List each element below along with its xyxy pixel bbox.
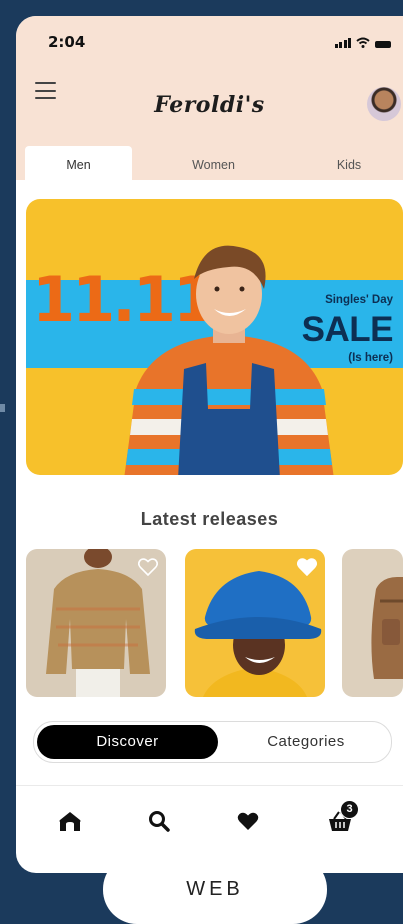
discover-categories-toggle: Discover Categories <box>33 721 392 763</box>
signal-icon <box>334 38 351 48</box>
cart-badge: 3 <box>340 800 359 819</box>
status-icons <box>334 37 391 48</box>
banner-small-text: Singles' Day <box>325 294 393 306</box>
search-icon <box>149 811 170 832</box>
web-label: WEB <box>103 855 327 924</box>
product-card-sweater[interactable] <box>26 549 166 697</box>
home-icon <box>59 812 81 831</box>
nav-cart[interactable]: 3 <box>327 800 359 834</box>
battery-icon <box>375 41 391 48</box>
banner-sub-text: (Is here) <box>348 352 393 364</box>
latest-releases-title: Latest releases <box>140 509 279 529</box>
tab-kids[interactable]: Kids <box>295 146 403 180</box>
wifi-icon <box>356 37 370 48</box>
discover-button[interactable]: Discover <box>37 725 218 759</box>
nav-home[interactable] <box>57 808 83 834</box>
header-area: 2:04 Feroldi's Men Women Kids <box>16 16 403 180</box>
favorite-heart-icon[interactable] <box>297 558 317 576</box>
categories-button[interactable]: Categories <box>224 725 388 759</box>
side-marker <box>0 404 5 412</box>
avatar[interactable] <box>367 87 401 121</box>
tab-men[interactable]: Men <box>25 146 132 180</box>
product-card-backpack[interactable] <box>342 549 403 697</box>
model-image <box>124 245 334 475</box>
favorite-heart-icon[interactable] <box>138 558 158 576</box>
backpack-image <box>371 577 403 679</box>
category-tabs: Men Women Kids <box>25 146 403 180</box>
nav-favorites[interactable] <box>235 808 261 834</box>
product-card-bucket-hat[interactable] <box>185 549 325 697</box>
status-time: 2:04 <box>48 33 86 51</box>
heart-icon <box>237 812 259 830</box>
promo-banner[interactable]: 11.11 Singles' Day SALE (Is here) <box>26 199 403 475</box>
phone-screen: 2:04 Feroldi's Men Women Kids 11.11 Sing… <box>16 16 403 873</box>
banner-sale-text: SALE <box>301 310 394 349</box>
tab-women[interactable]: Women <box>132 146 295 180</box>
brand-logo: Feroldi's <box>154 92 265 118</box>
nav-search[interactable] <box>146 808 172 834</box>
